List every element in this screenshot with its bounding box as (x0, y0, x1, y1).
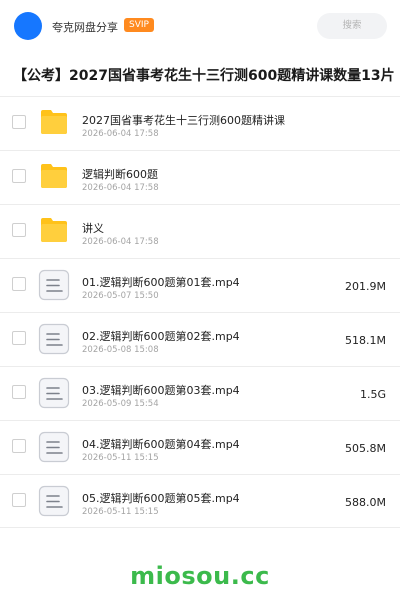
username: 夸克网盘分享 (52, 21, 118, 34)
file-date: 2026-05-11 15:15 (82, 453, 159, 463)
list-item[interactable]: 03.逻辑判断600题第03套.mp4 2026-05-09 15:54 1.5G (0, 366, 400, 420)
file-size: 505.8M (345, 442, 386, 455)
file-size: 588.0M (345, 496, 386, 509)
select-checkbox[interactable] (12, 439, 26, 453)
file-size: 1.5G (359, 388, 386, 401)
file-date: 2026-05-11 15:15 (82, 507, 159, 517)
file-date: 2026-06-04 17:58 (82, 183, 159, 193)
avatar[interactable] (14, 12, 42, 40)
svip-badge: SVIP (124, 18, 154, 32)
file-icon (38, 269, 70, 301)
file-name: 03.逻辑判断600题第03套.mp4 (82, 384, 240, 397)
top-bar: 夸克网盘分享 SVIP 搜索 (0, 0, 400, 52)
file-icon (38, 323, 70, 355)
file-size: 201.9M (345, 280, 386, 293)
file-name: 逻辑判断600题 (82, 168, 158, 181)
file-icon (38, 377, 70, 409)
file-name: 05.逻辑判断600题第05套.mp4 (82, 492, 240, 505)
select-checkbox[interactable] (12, 331, 26, 345)
select-checkbox[interactable] (12, 385, 26, 399)
select-checkbox[interactable] (12, 223, 26, 237)
folder-icon (40, 216, 68, 244)
file-name: 02.逻辑判断600题第02套.mp4 (82, 330, 240, 343)
folder-icon (40, 162, 68, 190)
file-name: 2027国省事考花生十三行测600题精讲课 (82, 114, 285, 127)
share-title: 【公考】2027国省事考花生十三行测600题精讲课数量13片 (13, 68, 395, 84)
file-icon (38, 485, 70, 517)
watermark: miosou.cc (130, 562, 270, 590)
select-checkbox[interactable] (12, 493, 26, 507)
select-checkbox[interactable] (12, 169, 26, 183)
select-checkbox[interactable] (12, 115, 26, 129)
list-item[interactable]: 逻辑判断600题 2026-06-04 17:58 (0, 150, 400, 204)
folder-icon (40, 108, 68, 136)
list-item[interactable]: 2027国省事考花生十三行测600题精讲课 2026-06-04 17:58 (0, 96, 400, 150)
file-date: 2026-05-09 15:54 (82, 399, 159, 409)
list-item[interactable]: 讲义 2026-06-04 17:58 (0, 204, 400, 258)
list-item[interactable]: 01.逻辑判断600题第01套.mp4 2026-05-07 15:50 201.9… (0, 258, 400, 312)
file-size: 518.1M (345, 334, 386, 347)
file-date: 2026-06-04 17:58 (82, 237, 159, 247)
list-item[interactable]: 05.逻辑判断600题第05套.mp4 2026-05-11 15:15 588.0… (0, 474, 400, 528)
list-item[interactable]: 02.逻辑判断600题第02套.mp4 2026-05-08 15:08 518.1… (0, 312, 400, 366)
file-name: 01.逻辑判断600题第01套.mp4 (82, 276, 240, 289)
file-list: 2027国省事考花生十三行测600题精讲课 2026-06-04 17:58 逻辑判… (0, 96, 400, 528)
list-item[interactable]: 04.逻辑判断600题第04套.mp4 2026-05-11 15:15 505.8… (0, 420, 400, 474)
select-checkbox[interactable] (12, 277, 26, 291)
file-date: 2026-06-04 17:58 (82, 129, 159, 139)
file-date: 2026-05-07 15:50 (82, 291, 159, 301)
file-name: 讲义 (82, 222, 104, 235)
file-date: 2026-05-08 15:08 (82, 345, 159, 355)
file-name: 04.逻辑判断600题第04套.mp4 (82, 438, 240, 451)
file-icon (38, 431, 70, 463)
search-button[interactable]: 搜索 (317, 13, 387, 39)
